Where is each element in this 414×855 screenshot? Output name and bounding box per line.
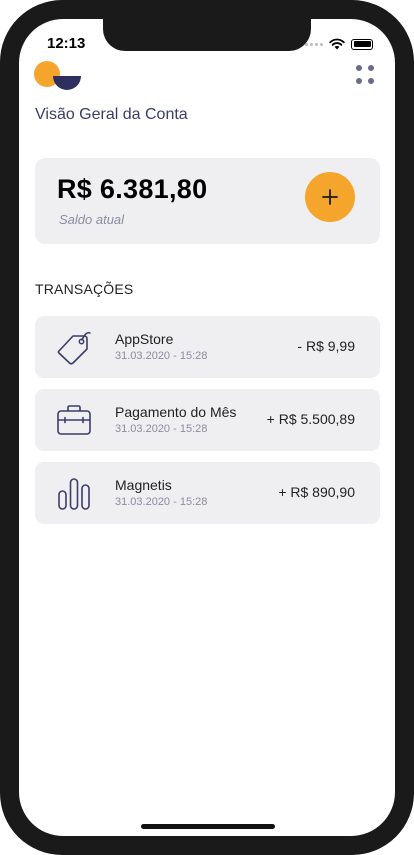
balance-amount: R$ 6.381,80 xyxy=(57,174,208,204)
status-icons xyxy=(305,38,373,50)
transaction-amount: + R$ 5.500,89 xyxy=(266,411,355,427)
page-title: Visão Geral da Conta xyxy=(35,106,188,123)
signal-icon xyxy=(305,42,323,46)
transaction-date: 31.03.2020 - 15:28 xyxy=(115,496,208,508)
plus-icon xyxy=(322,189,338,205)
home-indicator[interactable] xyxy=(141,824,275,829)
transaction-list: AppStore 31.03.2020 - 15:28 - R$ 9,99 Pa… xyxy=(35,316,380,535)
grid-menu-icon[interactable] xyxy=(356,65,376,85)
transaction-amount: - R$ 9,99 xyxy=(297,338,355,354)
transaction-item[interactable]: Magnetis 31.03.2020 - 15:28 + R$ 890,90 xyxy=(35,462,380,524)
transaction-name: AppStore xyxy=(115,331,174,347)
app-logo xyxy=(34,61,81,90)
balance-card: R$ 6.381,80 Saldo atual xyxy=(35,158,380,244)
device-frame: 12:13 Visão Geral da Conta R$ 6.381,80 S… xyxy=(0,0,414,855)
transactions-title: TRANSAÇÕES xyxy=(35,281,134,297)
balance-label: Saldo atual xyxy=(59,212,125,227)
transaction-name: Magnetis xyxy=(115,477,172,493)
transaction-name: Pagamento do Mês xyxy=(115,404,237,420)
app-screen: 12:13 Visão Geral da Conta R$ 6.381,80 S… xyxy=(19,19,395,836)
battery-icon xyxy=(351,38,373,50)
transaction-amount: + R$ 890,90 xyxy=(278,484,355,500)
transaction-item[interactable]: AppStore 31.03.2020 - 15:28 - R$ 9,99 xyxy=(35,316,380,378)
transaction-date: 31.03.2020 - 15:28 xyxy=(115,350,208,362)
add-button[interactable] xyxy=(305,172,355,222)
tag-icon xyxy=(57,331,91,365)
device-notch xyxy=(103,19,311,51)
bar-chart-icon xyxy=(58,478,90,510)
transaction-date: 31.03.2020 - 15:28 xyxy=(115,423,208,435)
status-time: 12:13 xyxy=(47,35,86,52)
briefcase-icon xyxy=(57,405,91,435)
wifi-icon xyxy=(329,38,345,50)
transaction-item[interactable]: Pagamento do Mês 31.03.2020 - 15:28 + R$… xyxy=(35,389,380,451)
